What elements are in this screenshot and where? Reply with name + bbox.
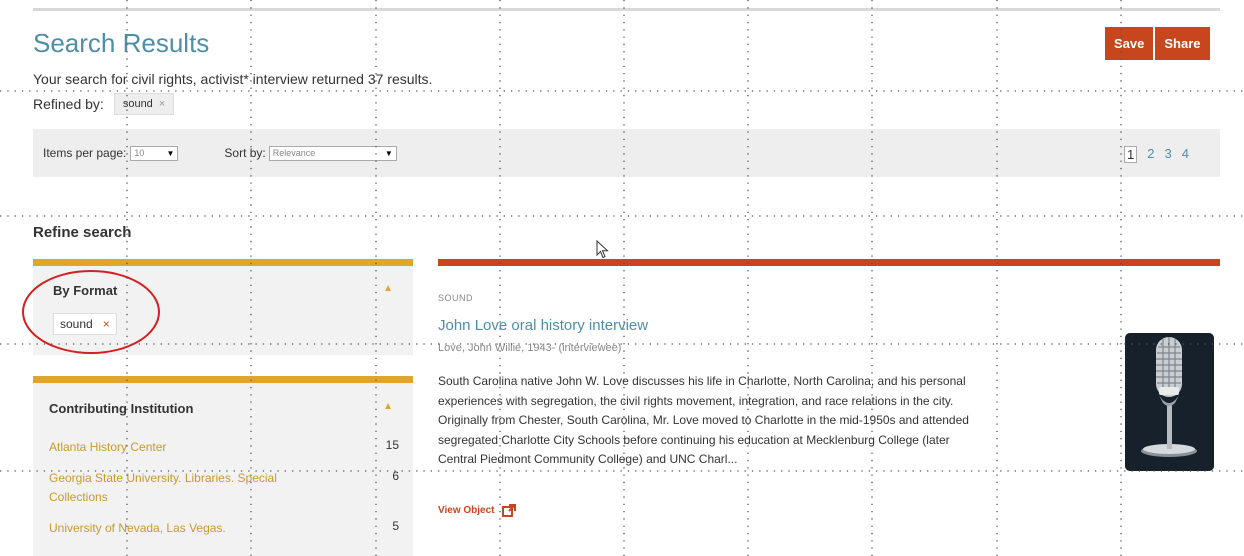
view-object-label: View Object — [438, 505, 495, 516]
items-per-page-label: Items per page: — [43, 146, 127, 160]
dropdown-arrow-icon: ▼ — [384, 148, 393, 158]
result-divider — [438, 259, 1220, 266]
institution-facet-title: Contributing Institution — [49, 401, 194, 416]
page-title: Search Results — [33, 28, 210, 58]
save-button[interactable]: Save — [1105, 27, 1154, 60]
institution-count: 6 — [392, 469, 399, 483]
remove-chip-icon[interactable]: × — [159, 98, 165, 110]
list-item[interactable]: University of Nevada, Las Vegas. 5 — [49, 519, 399, 538]
refined-chip[interactable]: sound × — [113, 93, 175, 115]
top-divider — [33, 8, 1220, 11]
page-link-4[interactable]: 4 — [1182, 146, 1189, 163]
results-summary: Your search for civil rights, activist* … — [33, 71, 433, 87]
page-link-3[interactable]: 3 — [1164, 146, 1171, 163]
sort-by-value: Relevance — [272, 148, 316, 158]
institution-count: 5 — [392, 519, 399, 533]
pagination: 1 2 3 4 — [1124, 146, 1189, 163]
page-link-2[interactable]: 2 — [1147, 146, 1154, 163]
result-title-link[interactable]: John Love oral history interview — [438, 317, 648, 334]
collapse-caret-icon[interactable]: ▲ — [383, 283, 393, 298]
institution-name[interactable]: University of Nevada, Las Vegas. — [49, 519, 289, 538]
result-description: South Carolina native John W. Love discu… — [438, 374, 969, 466]
view-object-link[interactable]: View Object — [438, 504, 516, 517]
result-format-label: SOUND — [438, 293, 474, 303]
page-link-1[interactable]: 1 — [1124, 146, 1138, 163]
share-button[interactable]: Share — [1155, 27, 1210, 60]
refine-search-heading: Refine search — [33, 224, 132, 241]
institution-name[interactable]: Atlanta History Center — [49, 438, 289, 457]
mouse-cursor-icon — [596, 240, 609, 259]
dropdown-arrow-icon: ▼ — [166, 148, 175, 158]
sort-by-select[interactable]: Relevance ▼ — [268, 145, 397, 161]
refined-by-row: Refined by: sound × — [33, 93, 175, 115]
collapse-caret-icon[interactable]: ▲ — [383, 401, 393, 416]
institution-facet: Contributing Institution ▲ Atlanta Histo… — [33, 376, 413, 556]
refined-chip-label: sound — [122, 98, 153, 110]
list-item[interactable]: Atlanta History Center 15 — [49, 438, 399, 457]
external-link-icon — [501, 504, 516, 517]
header-actions: Save Share — [1105, 27, 1210, 60]
items-per-page-select[interactable]: 10 ▼ — [130, 145, 179, 161]
institution-facet-header[interactable]: Contributing Institution ▲ — [33, 401, 413, 416]
list-item[interactable]: Georgia State University. Libraries. Spe… — [49, 469, 399, 507]
items-per-page-value: 10 — [134, 148, 145, 158]
results-toolbar: Items per page: 10 ▼ Sort by: Relevance … — [33, 129, 1220, 177]
annotation-circle — [22, 270, 160, 354]
sort-by-label: Sort by: — [224, 146, 266, 160]
microphone-icon[interactable] — [1125, 333, 1214, 471]
institution-count: 15 — [385, 438, 399, 452]
institution-list: Atlanta History Center 15 Georgia State … — [49, 438, 399, 550]
refined-by-label: Refined by: — [33, 96, 104, 112]
institution-name[interactable]: Georgia State University. Libraries. Spe… — [49, 469, 289, 507]
result-creator: Love, John Willie, 1943- (interviewee) — [438, 342, 622, 354]
